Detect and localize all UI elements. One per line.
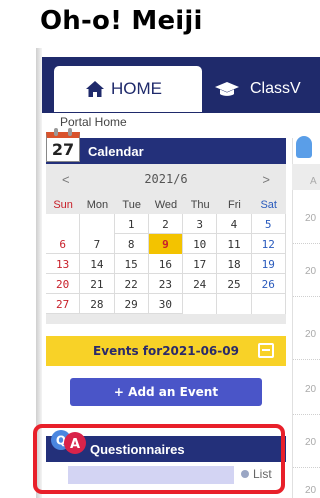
- day-cell[interactable]: 20: [46, 274, 81, 294]
- day-cell[interactable]: 19: [252, 254, 286, 274]
- calendar-icon: 27: [46, 128, 80, 162]
- weekday-tue: Tue: [122, 199, 141, 211]
- tab-home-label: HOME: [111, 79, 162, 98]
- day-cell[interactable]: 14: [80, 254, 115, 274]
- week-row: 20 21 22 23 24 25 26: [46, 274, 286, 294]
- weekday-wed: Wed: [154, 199, 178, 211]
- right-column-divider: [293, 359, 320, 360]
- right-column-entry: 20: [305, 266, 317, 277]
- day-cell[interactable]: 22: [115, 274, 149, 294]
- day-cell[interactable]: 11: [217, 234, 252, 254]
- empty-day-cell: [183, 294, 218, 314]
- day-cell[interactable]: 18: [217, 254, 252, 274]
- day-cell[interactable]: 9: [148, 234, 184, 254]
- empty-day-cell: [217, 294, 252, 314]
- day-cell[interactable]: 12: [252, 234, 286, 254]
- calendar-ring: [54, 128, 58, 136]
- prev-month-button[interactable]: <: [62, 172, 70, 187]
- calendar-title: Calendar: [88, 143, 144, 159]
- breadcrumb: Portal Home: [60, 115, 127, 129]
- week-row: 13 14 15 16 17 18 19: [46, 254, 286, 274]
- right-column-entry: 20: [305, 437, 317, 448]
- empty-day-cell: [251, 294, 286, 314]
- right-column-entry: 20: [305, 384, 317, 395]
- right-column-entry: 20: [305, 329, 317, 340]
- day-cell[interactable]: 2: [149, 214, 184, 234]
- right-column-entry: 20: [305, 485, 317, 496]
- right-column-divider: [293, 296, 320, 297]
- weekday-row: Sun Mon Tue Wed Thu Fri Sat: [46, 196, 286, 214]
- month-navigation: < 2021/6 >: [46, 166, 286, 192]
- day-cell[interactable]: 8: [115, 234, 149, 254]
- next-month-button[interactable]: >: [262, 172, 270, 187]
- calendar-header: Calendar: [46, 138, 286, 164]
- tab-class-label: ClassV: [250, 80, 301, 97]
- weekday-sat: Sat: [260, 199, 277, 211]
- day-cell[interactable]: 28: [80, 294, 115, 314]
- weekday-mon: Mon: [86, 199, 109, 211]
- day-cell[interactable]: 27: [46, 294, 81, 314]
- day-cell[interactable]: 25: [217, 274, 252, 294]
- highlight-box: [33, 424, 285, 494]
- right-column-entry: A: [310, 176, 317, 187]
- day-cell[interactable]: 21: [80, 274, 115, 294]
- right-column-divider: [293, 467, 320, 468]
- week-row: 27 28 29 30: [46, 294, 286, 314]
- week-row: 6 7 8 9 10 11 12: [46, 234, 286, 254]
- day-cell[interactable]: 29: [115, 294, 149, 314]
- calendar-ring: [68, 128, 72, 136]
- calendar-weeks: 1 2 3 4 5 6 7 8 9 10 11 12 13 14 15 16 17 18 19 20 21 22 23 24 2…: [46, 214, 286, 314]
- weekday-fri: Fri: [228, 199, 241, 211]
- events-bar[interactable]: Events for2021-06-09: [46, 336, 286, 366]
- right-column-divider: [293, 243, 320, 244]
- day-cell[interactable]: 4: [217, 214, 252, 234]
- weekday-sun: Sun: [53, 199, 73, 211]
- day-cell[interactable]: 15: [115, 254, 149, 274]
- collapse-icon[interactable]: [258, 343, 274, 358]
- day-cell[interactable]: 24: [183, 274, 218, 294]
- day-cell[interactable]: 1: [115, 214, 149, 234]
- day-cell[interactable]: 23: [149, 274, 184, 294]
- weekday-thu: Thu: [190, 199, 210, 211]
- day-cell[interactable]: 13: [46, 254, 81, 274]
- day-cell[interactable]: 5: [252, 214, 286, 234]
- events-label: Events for2021-06-09: [93, 344, 239, 358]
- tab-home[interactable]: HOME: [54, 66, 202, 112]
- right-column-divider: [293, 414, 320, 415]
- day-cell[interactable]: 10: [183, 234, 218, 254]
- graduation-cap-icon: [215, 82, 239, 96]
- home-icon: [86, 81, 104, 97]
- right-column-entry: 20: [305, 213, 317, 224]
- calendar-grid: Sun Mon Tue Wed Thu Fri Sat 1 2 3 4 5 6 7 8 9 10 1…: [46, 196, 286, 314]
- day-cell[interactable]: 17: [183, 254, 218, 274]
- day-cell[interactable]: 6: [46, 234, 81, 254]
- calendar-icon-day: 27: [51, 140, 75, 159]
- day-cell[interactable]: 30: [149, 294, 184, 314]
- user-icon: [296, 136, 312, 158]
- app-title: Oh-o! Meiji: [0, 0, 320, 48]
- day-cell[interactable]: 26: [252, 274, 286, 294]
- day-cell[interactable]: 7: [80, 234, 115, 254]
- add-event-button[interactable]: + Add an Event: [70, 378, 262, 406]
- empty-day-cell: [46, 214, 81, 234]
- day-cell[interactable]: 16: [149, 254, 184, 274]
- empty-day-cell: [80, 214, 115, 234]
- tab-class[interactable]: ClassV: [214, 72, 301, 106]
- month-label: 2021/6: [144, 172, 188, 186]
- day-cell[interactable]: 3: [183, 214, 218, 234]
- week-row: 12345: [46, 214, 286, 234]
